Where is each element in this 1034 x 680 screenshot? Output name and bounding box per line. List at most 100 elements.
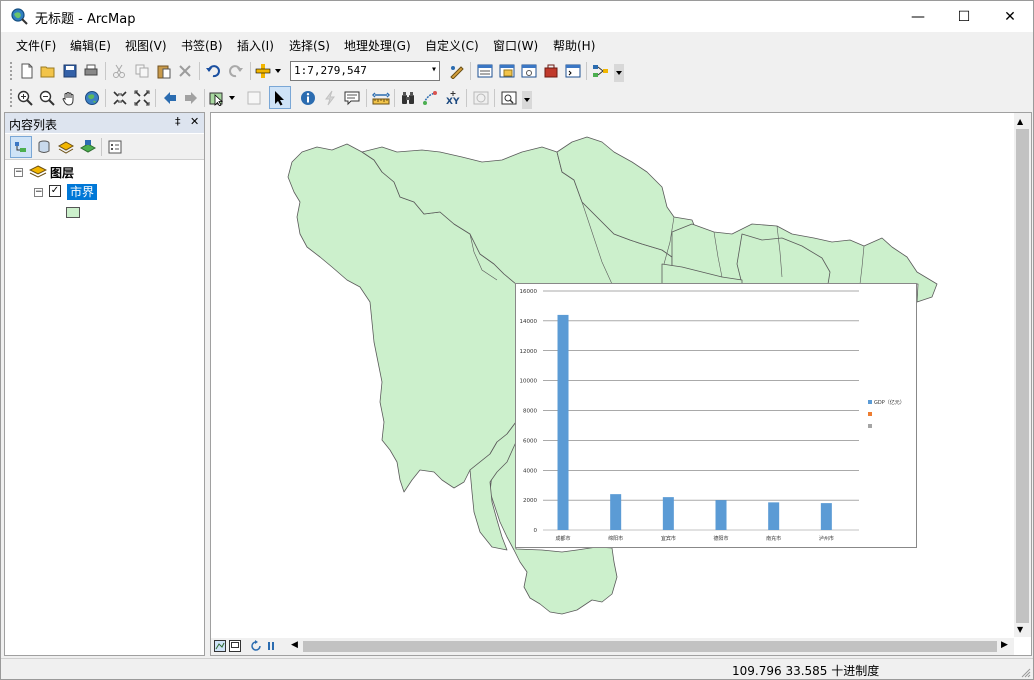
menu-file[interactable]: 文件(F) [16, 37, 56, 54]
pan-hand-icon[interactable] [59, 88, 79, 108]
horizontal-scrollbar-area: ◀ ▶ [211, 638, 1014, 655]
chart-legend-swatch [868, 424, 872, 428]
toolbar-grip[interactable] [10, 62, 13, 80]
print-icon[interactable] [81, 61, 101, 81]
vertical-scroll-thumb[interactable] [1016, 129, 1029, 623]
menu-windows[interactable]: 窗口(W) [493, 37, 538, 54]
scroll-left-icon[interactable]: ◀ [291, 640, 298, 650]
menu-customize[interactable]: 自定义(C) [425, 37, 479, 54]
pause-drawing-icon[interactable] [264, 638, 278, 654]
modelbuilder-icon[interactable] [591, 61, 611, 81]
toolbar-grip[interactable] [10, 89, 13, 107]
paste-icon[interactable] [154, 61, 174, 81]
horizontal-scroll-thumb[interactable] [303, 641, 997, 652]
arctoolbox-icon[interactable] [541, 61, 561, 81]
status-bar: 109.796 33.585 十进制度 [1, 658, 1033, 679]
pin-icon[interactable]: ‡ [175, 115, 181, 128]
resize-grip-icon[interactable] [1019, 666, 1031, 678]
table-of-contents-icon[interactable] [475, 61, 495, 81]
go-forward-extent-icon[interactable] [181, 88, 201, 108]
chart-bar [610, 494, 622, 530]
data-view-icon[interactable] [213, 638, 227, 654]
map-scale-combobox[interactable]: 1:7,279,547 ▾ [290, 61, 440, 81]
toc-header: 内容列表 ‡ ✕ [5, 113, 204, 133]
editor-toolbar-icon[interactable] [447, 61, 467, 81]
python-window-icon[interactable] [563, 61, 583, 81]
toolbar-separator [470, 62, 471, 80]
toolbar-overflow-icon[interactable] [614, 64, 624, 82]
list-by-visibility-icon[interactable] [56, 137, 76, 157]
catalog-icon[interactable] [497, 61, 517, 81]
chart-y-tick-label: 14000 [520, 319, 538, 325]
scroll-up-icon[interactable]: ▲ [1017, 117, 1023, 126]
menu-bookmarks[interactable]: 书签(B) [181, 37, 223, 54]
chart-bar [557, 314, 569, 530]
zoom-in-icon[interactable] [15, 88, 35, 108]
chevron-down-icon[interactable]: ▾ [431, 64, 437, 75]
refresh-icon[interactable] [249, 638, 263, 654]
scroll-down-icon[interactable]: ▼ [1017, 625, 1023, 634]
toolbar-separator [250, 62, 251, 80]
maximize-button[interactable]: ☐ [941, 1, 987, 32]
hyperlink-lightning-icon[interactable] [320, 88, 340, 108]
go-to-xy-icon[interactable]: XY [443, 88, 463, 108]
standard-toolbar: 1:7,279,547 ▾ [1, 58, 641, 84]
menu-bar: 文件(F) 编辑(E) 视图(V) 书签(B) 插入(I) 选择(S) 地理处理… [1, 34, 1033, 56]
layers-collapse-toggle[interactable]: − [14, 168, 23, 177]
full-extent-globe-icon[interactable] [82, 88, 102, 108]
fixed-zoom-in-icon[interactable] [110, 88, 130, 108]
menu-insert[interactable]: 插入(I) [237, 37, 274, 54]
toc-options-icon[interactable] [105, 137, 125, 157]
layout-view-icon[interactable] [228, 638, 242, 654]
title-bar: 无标题 - ArcMap — ☐ ✕ [1, 1, 1033, 32]
html-popup-icon[interactable] [342, 88, 362, 108]
menu-geoprocessing[interactable]: 地理处理(G) [344, 37, 411, 54]
cut-icon[interactable] [109, 61, 129, 81]
list-by-drawing-order-icon[interactable] [10, 136, 32, 158]
list-by-source-icon[interactable] [34, 137, 54, 157]
layer-symbol-swatch[interactable] [66, 207, 80, 218]
redo-icon[interactable] [226, 61, 246, 81]
layers-root-label[interactable]: 图层 [50, 164, 74, 181]
layer-collapse-toggle[interactable]: − [34, 188, 43, 197]
zoom-out-icon[interactable] [37, 88, 57, 108]
toolbar-separator [105, 89, 106, 107]
scroll-right-icon[interactable]: ▶ [1001, 640, 1008, 650]
toolbar-overflow-icon[interactable] [522, 91, 532, 109]
vertical-scrollbar[interactable]: ▲ ▼ [1014, 113, 1031, 637]
search-window-icon[interactable] [519, 61, 539, 81]
find-route-icon[interactable] [420, 88, 440, 108]
toolbar-separator [199, 62, 200, 80]
measure-icon[interactable] [371, 88, 391, 108]
add-data-icon[interactable] [254, 61, 284, 81]
new-document-icon[interactable] [17, 61, 37, 81]
undo-icon[interactable] [203, 61, 223, 81]
chart-bar [768, 502, 780, 530]
select-features-icon[interactable] [208, 88, 238, 108]
clear-selection-icon[interactable] [244, 88, 264, 108]
open-folder-icon[interactable] [38, 61, 58, 81]
menu-help[interactable]: 帮助(H) [553, 37, 595, 54]
minimize-button[interactable]: — [895, 1, 941, 32]
gdp-bar-chart[interactable]: 0 2000 4000 6000 8000 10000 12000 14000 16000 成都… [515, 283, 917, 548]
select-elements-icon[interactable] [269, 86, 291, 109]
layer-visibility-checkbox[interactable]: ✓ [49, 185, 61, 197]
menu-selection[interactable]: 选择(S) [289, 37, 330, 54]
menu-edit[interactable]: 编辑(E) [70, 37, 111, 54]
time-slider-icon[interactable] [471, 88, 491, 108]
table-of-contents-panel: 内容列表 ‡ ✕ − 图层 − ✓ 市界 [4, 112, 205, 656]
fixed-zoom-out-icon[interactable] [132, 88, 152, 108]
chart-y-tick-label: 10000 [520, 379, 538, 385]
find-binoculars-icon[interactable] [398, 88, 418, 108]
go-back-extent-icon[interactable] [160, 88, 180, 108]
layer-name-label[interactable]: 市界 [67, 183, 98, 200]
copy-icon[interactable] [132, 61, 152, 81]
menu-view[interactable]: 视图(V) [125, 37, 167, 54]
delete-icon[interactable] [175, 61, 195, 81]
toc-close-icon[interactable]: ✕ [190, 115, 199, 128]
close-button[interactable]: ✕ [987, 1, 1033, 32]
save-icon[interactable] [60, 61, 80, 81]
list-by-selection-icon[interactable] [78, 137, 98, 157]
viewer-window-icon[interactable] [499, 88, 519, 108]
identify-icon[interactable] [298, 88, 318, 108]
